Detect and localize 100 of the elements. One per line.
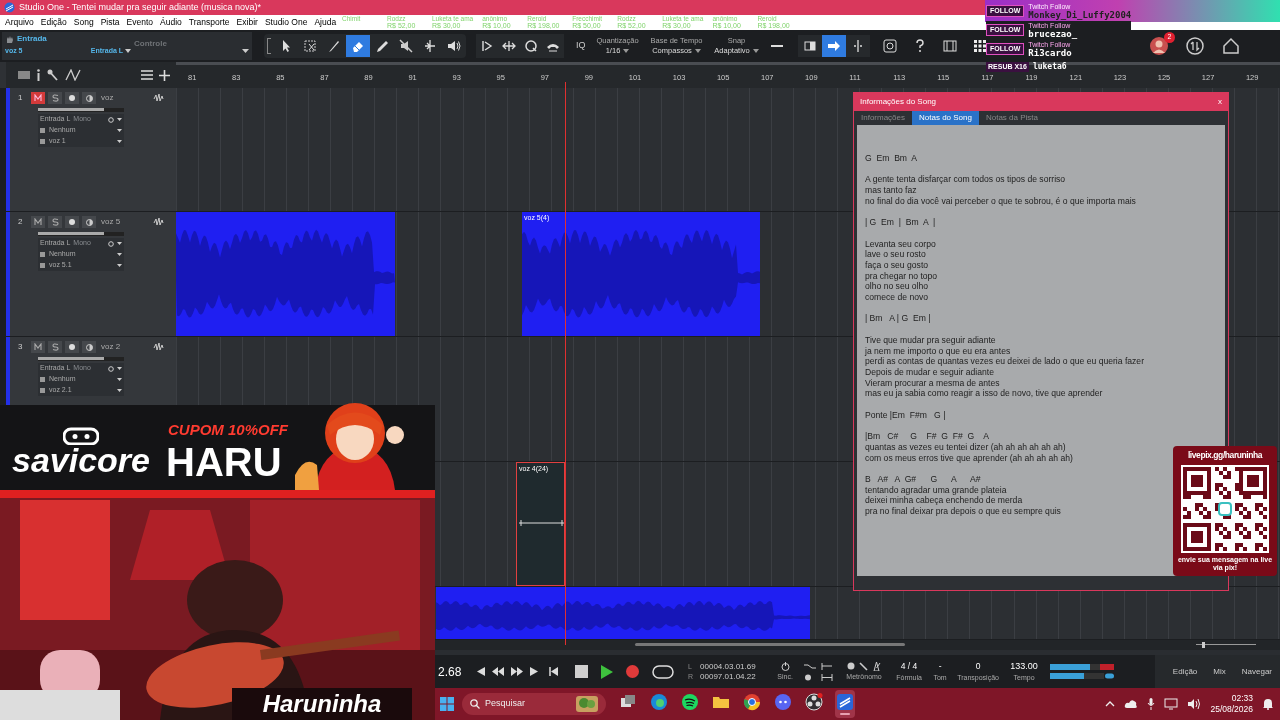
tab[interactable]: Notas do Song	[912, 111, 979, 125]
record-icon	[69, 95, 75, 101]
page-button[interactable]: Edição	[1164, 655, 1206, 688]
waveform-icon[interactable]	[153, 342, 164, 352]
volume-fader[interactable]	[38, 357, 124, 361]
tab[interactable]: Informações	[854, 111, 913, 125]
chat-icon	[774, 693, 792, 711]
stretch-icon[interactable]	[501, 38, 517, 54]
rewind-icon[interactable]	[492, 667, 504, 676]
monitor-button[interactable]	[82, 92, 96, 104]
note-line: Depois de mudar e seguir adiante	[865, 367, 995, 378]
sync-icon[interactable]	[1186, 37, 1204, 55]
menu-item[interactable]: Pista	[100, 16, 120, 29]
microphone-icon[interactable]	[1147, 698, 1156, 710]
note-line: ja nem me importo o que eu era antes	[865, 345, 1012, 357]
record-icon[interactable]	[626, 665, 639, 678]
solo-button[interactable]	[48, 341, 62, 353]
coupon-text: CUPOM 10%OFF	[168, 420, 288, 440]
solo-button[interactable]	[48, 216, 62, 228]
note-line: mas tanto faz	[865, 185, 918, 196]
taskbar-app-button[interactable]	[835, 690, 855, 718]
page-button[interactable]: Navegar	[1233, 655, 1280, 688]
mute-letter-icon	[34, 218, 42, 226]
close-button[interactable]: x	[1218, 96, 1222, 108]
search-field[interactable]: Pesquisar	[462, 693, 606, 715]
cloud-icon[interactable]	[1124, 699, 1139, 709]
monitor-button[interactable]	[82, 341, 96, 353]
page-button[interactable]: Mix	[1205, 655, 1234, 688]
zoom-slider[interactable]	[1196, 642, 1256, 648]
mute-icon	[398, 38, 414, 54]
info-icon[interactable]	[36, 69, 41, 81]
arrow-right-icon	[825, 38, 842, 54]
fast-forward-icon[interactable]	[511, 667, 523, 676]
note-line: olho no seu olho	[865, 281, 930, 293]
music-icon	[681, 693, 699, 711]
click-dot-icon[interactable]	[847, 662, 856, 670]
note-line: G Em Bm A	[865, 153, 919, 164]
quantize-icon[interactable]	[523, 38, 539, 54]
tempo-value[interactable]: 133.00	[1010, 660, 1038, 672]
scrollbar[interactable]	[635, 643, 905, 646]
mute-button[interactable]	[31, 92, 45, 104]
ring-icon	[108, 116, 114, 123]
automation-icon[interactable]	[65, 69, 81, 81]
time-display: 2.68	[438, 663, 463, 681]
monitor-button[interactable]	[82, 216, 96, 228]
record-button[interactable]	[65, 92, 79, 104]
view-toggle-button[interactable]	[821, 35, 846, 57]
tab[interactable]: Notas da Pista	[978, 111, 1045, 125]
home-icon[interactable]	[1222, 37, 1240, 55]
locator-position: 00004.03.01.69	[700, 661, 757, 672]
mute-button[interactable]	[31, 341, 45, 353]
note-line: pra no final deixar pra depois o que eu sempre quis	[865, 506, 1062, 517]
menu-item[interactable]: Transporte	[188, 16, 230, 29]
waveform-icon[interactable]	[153, 93, 164, 103]
menu-item[interactable]: Studio One	[264, 16, 308, 29]
menu-item[interactable]: Evento	[126, 16, 154, 29]
record-button[interactable]	[65, 216, 79, 228]
note-line: pra chegar no topo	[865, 270, 939, 282]
target-icon[interactable]	[881, 38, 898, 54]
solo-button[interactable]	[48, 92, 62, 104]
pencil-icon	[374, 38, 390, 54]
locator-position: 00097.01.04.22	[700, 671, 757, 682]
ring-icon	[108, 365, 114, 372]
mute-button[interactable]	[31, 216, 45, 228]
power-icon[interactable]	[780, 661, 790, 671]
volume-fader[interactable]	[38, 232, 124, 236]
menu-item[interactable]: Arquivo	[5, 16, 34, 29]
volume-icon[interactable]	[1187, 698, 1202, 710]
grid-icon[interactable]	[971, 38, 988, 54]
add-icon[interactable]	[159, 69, 170, 81]
menu-item[interactable]: Edição	[40, 16, 67, 29]
coupon-code: HARU	[166, 440, 282, 484]
return-to-start-icon[interactable]	[549, 667, 558, 676]
time-signature[interactable]: 4 / 4	[900, 660, 918, 672]
next-icon[interactable]	[530, 667, 538, 676]
menu-item[interactable]: Ajuda	[314, 16, 337, 29]
menu-item[interactable]: Áudio	[160, 16, 182, 29]
avatar-icon[interactable]	[1150, 37, 1168, 55]
chevron-up-icon[interactable]	[1105, 701, 1116, 707]
network-icon[interactable]	[1164, 698, 1179, 710]
waveform-icon[interactable]	[153, 217, 164, 227]
film-icon[interactable]	[941, 38, 958, 54]
follower-name: Ri3cardo	[1028, 49, 1072, 57]
menu-item[interactable]: Song	[73, 16, 94, 29]
previous-icon[interactable]	[477, 667, 485, 676]
transpose-value[interactable]: 0	[975, 660, 981, 672]
iq-button[interactable]: IQ	[574, 39, 588, 53]
audio-clip[interactable]	[436, 587, 810, 639]
record-button[interactable]	[65, 341, 79, 353]
volume-fader[interactable]	[38, 108, 124, 112]
metronome-icon[interactable]	[872, 661, 882, 671]
solo-letter-icon	[51, 218, 59, 226]
speaker-icon	[446, 38, 462, 54]
play-icon[interactable]	[601, 664, 613, 679]
loop-icon[interactable]	[652, 664, 674, 679]
key-value[interactable]: -	[938, 660, 942, 672]
bell-icon[interactable]	[1262, 698, 1274, 710]
menu-item[interactable]: Exibir	[236, 16, 258, 29]
list-icon[interactable]	[141, 70, 153, 80]
track-number: 1	[18, 92, 24, 104]
